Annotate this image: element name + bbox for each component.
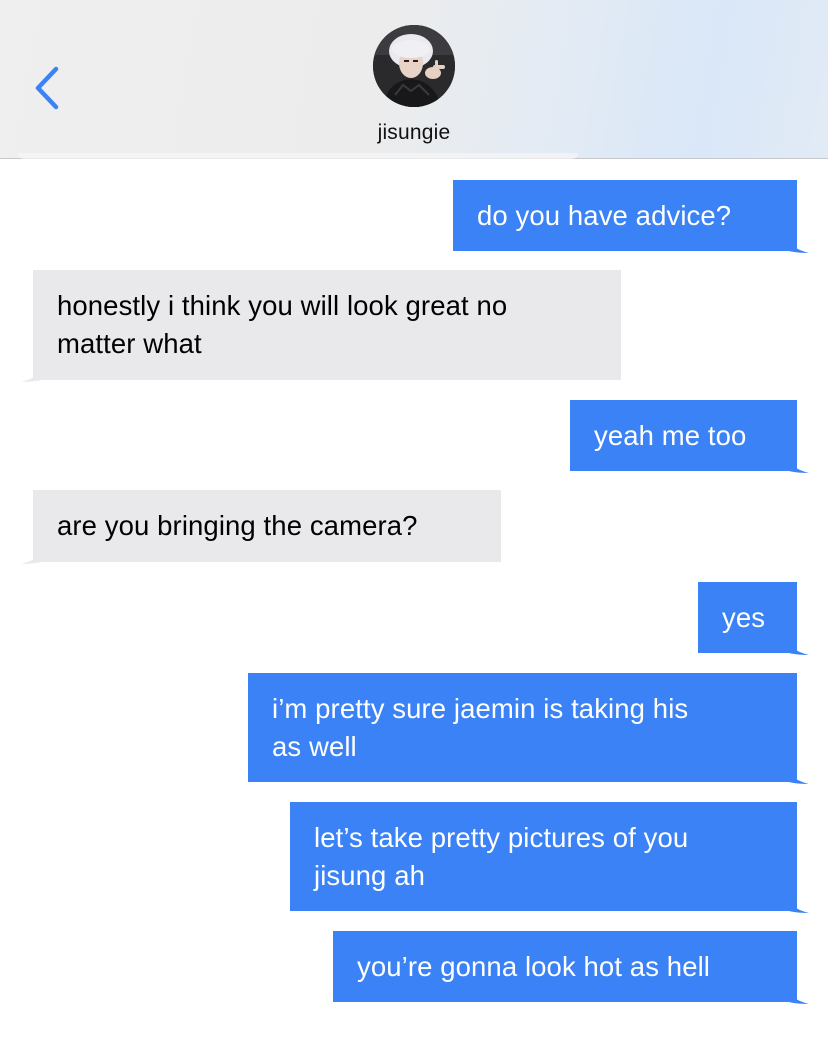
avatar-photo <box>373 25 455 107</box>
bubble-tail <box>779 883 809 913</box>
message-text: honestly i think you will look great no … <box>57 290 508 359</box>
chevron-left-icon <box>35 66 59 110</box>
message-bubble-sent[interactable]: i’m pretty sure jaemin is taking his as … <box>248 673 809 784</box>
message-bubble-sent[interactable]: let’s take pretty pictures of you jisung… <box>290 802 809 913</box>
message-text: are you bringing the camera? <box>57 510 418 541</box>
bubble-tail <box>779 223 809 253</box>
bubble-tail <box>21 352 51 382</box>
message-text: do you have advice? <box>477 199 732 231</box>
conversation-header: jisungie <box>0 0 828 159</box>
message-text: let’s take pretty pictures of you jisung… <box>314 821 689 891</box>
message-bubble-sent[interactable]: you’re gonna look hot as hell <box>333 931 809 1004</box>
bubble-tail <box>21 534 51 564</box>
bubble-tail <box>779 754 809 784</box>
bubble-tail <box>779 974 809 1004</box>
message-bubble-received[interactable]: honestly i think you will look great no … <box>21 270 621 382</box>
bubble-tail <box>779 625 809 655</box>
message-bubble-received[interactable]: are you bringing the camera? <box>21 490 501 564</box>
message-text: yeah me too <box>594 419 747 451</box>
message-bubble-sent[interactable]: yeah me too <box>570 400 809 473</box>
contact-name[interactable]: jisungie <box>0 121 828 145</box>
contact-avatar[interactable] <box>373 25 455 107</box>
message-text: i’m pretty sure jaemin is taking his as … <box>272 692 689 762</box>
header-edge-highlight <box>18 153 578 159</box>
message-bubble-sent[interactable]: yes <box>698 582 809 655</box>
bubble-tail <box>779 443 809 473</box>
message-text: yes <box>722 601 766 633</box>
message-bubble-sent[interactable]: do you have advice? <box>453 180 809 253</box>
back-button[interactable] <box>22 60 72 116</box>
message-text: you’re gonna look hot as hell <box>357 950 711 982</box>
